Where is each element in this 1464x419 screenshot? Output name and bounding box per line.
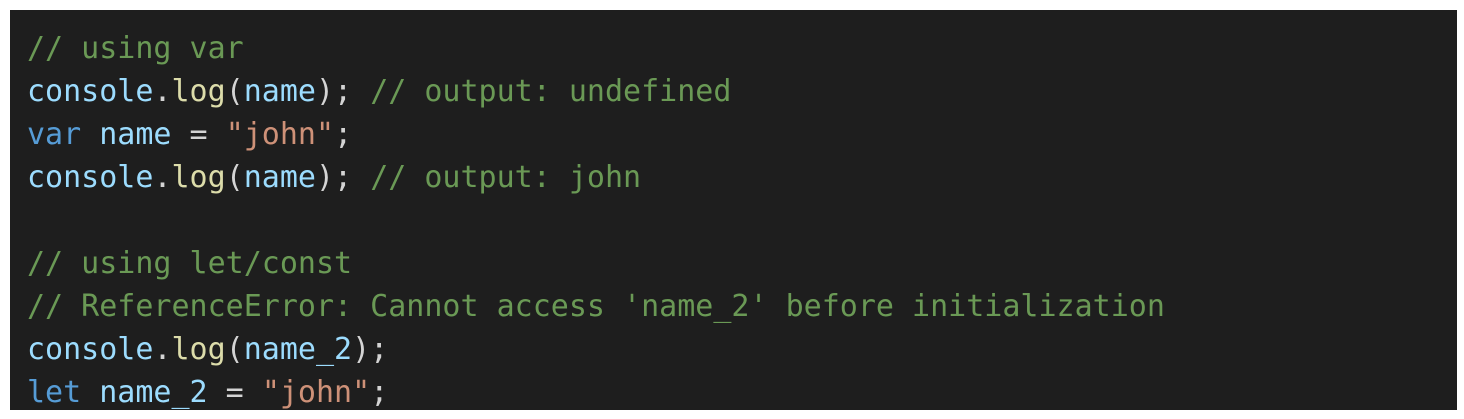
operator-token: = — [171, 117, 226, 152]
punctuation-token: . — [153, 74, 172, 109]
object-token: console — [27, 74, 154, 109]
keyword-token: let — [27, 375, 82, 410]
comment-token: // using let/const — [27, 246, 353, 281]
argument-token: name — [243, 74, 316, 109]
comment-token: // ReferenceError: Cannot access 'name_2… — [27, 289, 1165, 324]
string-token: "john" — [261, 375, 371, 410]
punctuation-token: . — [153, 160, 172, 195]
punctuation-token: ); — [352, 332, 389, 367]
comment-token: // using var — [27, 31, 244, 66]
punctuation-token: . — [153, 332, 172, 367]
code-line-2: console.log(name); // output: undefined — [27, 70, 1457, 113]
punctuation-token: ; — [370, 375, 389, 410]
identifier-token: name — [99, 117, 172, 152]
code-line-9: let name_2 = "john"; — [27, 371, 1457, 414]
argument-token: name — [243, 160, 316, 195]
punctuation-token: ( — [225, 74, 244, 109]
string-token: "john" — [225, 117, 335, 152]
punctuation-token: ); — [316, 74, 353, 109]
operator-token: = — [207, 375, 262, 410]
punctuation-token: ( — [225, 160, 244, 195]
function-token: log — [171, 160, 226, 195]
function-token: log — [171, 332, 226, 367]
object-token: console — [27, 332, 154, 367]
code-line-8: console.log(name_2); — [27, 328, 1457, 371]
argument-token: name_2 — [243, 332, 353, 367]
comment-token: // output: undefined — [370, 74, 732, 109]
code-line-4: console.log(name); // output: john — [27, 156, 1457, 199]
punctuation-token: ; — [334, 117, 353, 152]
comment-token: // output: john — [370, 160, 642, 195]
object-token: console — [27, 160, 154, 195]
code-editor-panel: // using var console.log(name); // outpu… — [10, 10, 1457, 410]
code-line-7: // ReferenceError: Cannot access 'name_2… — [27, 285, 1457, 328]
punctuation-token: ( — [225, 332, 244, 367]
code-line-1: // using var — [27, 27, 1457, 70]
keyword-token: var — [27, 117, 82, 152]
identifier-token: name_2 — [99, 375, 208, 410]
punctuation-token: ); — [316, 160, 353, 195]
code-line-3: var name = "john"; — [27, 113, 1457, 156]
code-line-6: // using let/const — [27, 242, 1457, 285]
function-token: log — [171, 74, 226, 109]
